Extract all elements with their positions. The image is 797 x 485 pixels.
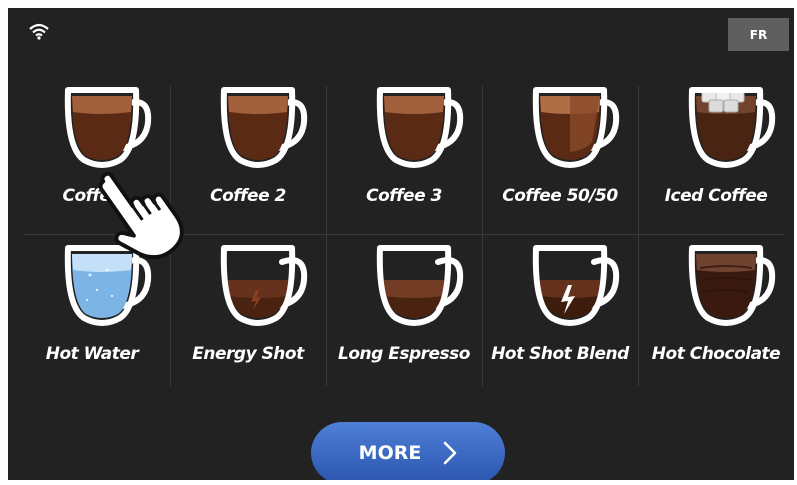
drink-menu-screen: FR Coffee Coffee 2 Coffee 3 Coffee 50/50	[8, 8, 794, 480]
cup-icon	[688, 87, 776, 168]
cup-icon	[220, 245, 308, 326]
drink-label: Energy Shot	[192, 344, 304, 364]
cup-icon	[688, 245, 776, 326]
drink-label: Hot Chocolate	[651, 344, 781, 364]
drink-tile-coffee-2[interactable]: Coffee 2	[170, 76, 326, 234]
drink-label: Hot Water	[45, 344, 139, 364]
chevron-right-icon	[444, 441, 457, 465]
cup-icon	[220, 87, 308, 168]
drink-tile-coffee-3[interactable]: Coffee 3	[326, 76, 482, 234]
drink-tile-hot-chocolate[interactable]: Hot Chocolate	[638, 234, 794, 392]
more-button[interactable]: MORE	[311, 422, 505, 480]
drink-label: Long Espresso	[338, 344, 470, 364]
drink-tile-coffee-50-50[interactable]: Coffee 50/50	[482, 76, 638, 234]
drink-label: Hot Shot Blend	[491, 344, 629, 364]
language-button[interactable]: FR	[728, 18, 789, 51]
drink-label: Coffee 3	[366, 186, 442, 206]
wifi-icon	[29, 23, 49, 40]
drink-tile-hot-shot-blend[interactable]: Hot Shot Blend	[482, 234, 638, 392]
pointing-hand-icon	[98, 171, 184, 260]
drink-label: Coffee 50/50	[502, 186, 618, 206]
cup-icon	[532, 87, 620, 168]
more-button-label: MORE	[358, 442, 422, 464]
cup-icon	[376, 245, 464, 326]
drink-tile-iced-coffee[interactable]: Iced Coffee	[638, 76, 794, 234]
cup-icon	[532, 245, 620, 326]
drink-tile-energy-shot[interactable]: Energy Shot	[170, 234, 326, 392]
cup-icon	[376, 87, 464, 168]
drink-label: Iced Coffee	[664, 186, 768, 206]
drink-label: Coffee 2	[210, 186, 286, 206]
drink-tile-long-espresso[interactable]: Long Espresso	[326, 234, 482, 392]
